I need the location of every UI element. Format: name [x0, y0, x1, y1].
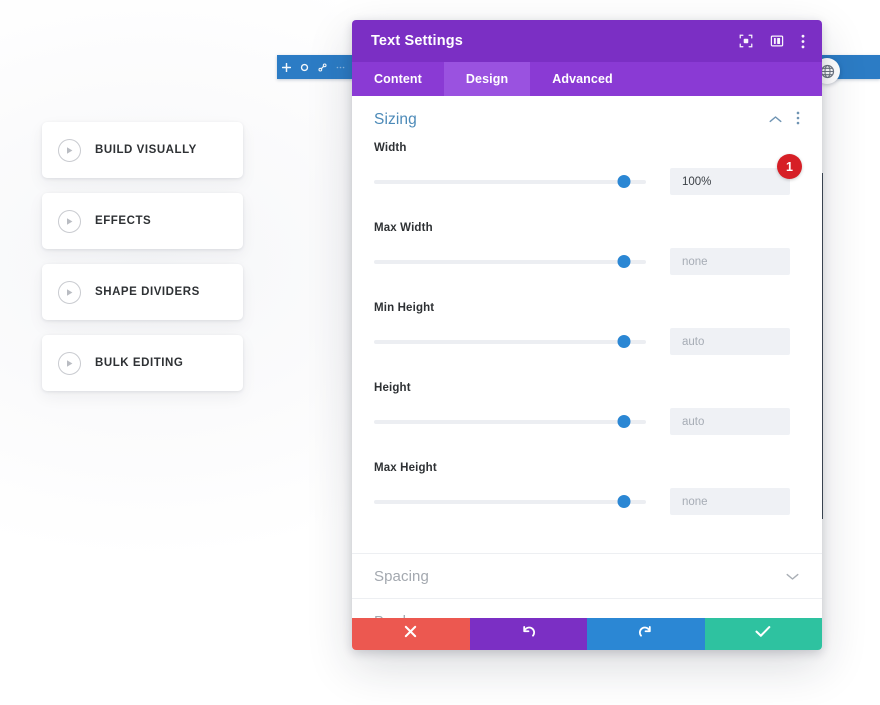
max-width-input[interactable]: [670, 248, 790, 275]
field-label: Max Width: [374, 222, 433, 234]
field-max-height: Max Height: [374, 462, 800, 542]
slider-thumb[interactable]: [617, 335, 631, 348]
field-label: Height: [374, 382, 411, 394]
width-input[interactable]: [670, 168, 790, 195]
ellipsis-icon[interactable]: [336, 63, 345, 72]
redo-button[interactable]: [587, 618, 705, 650]
modal-body: Sizing Width 100% Max Width none Min Hei…: [352, 96, 822, 618]
slider-thumb[interactable]: [617, 255, 631, 268]
feature-card-effects[interactable]: EFFECTS: [42, 193, 243, 249]
section-title: Border: [374, 613, 786, 619]
slider-track: [374, 499, 646, 504]
modal-action-bar: [352, 618, 822, 650]
field-label: Max Height: [374, 462, 437, 474]
plus-icon[interactable]: [282, 62, 291, 72]
field-max-width: Max Width: [374, 222, 800, 302]
min-height-input[interactable]: [670, 328, 790, 355]
link-icon[interactable]: [318, 62, 327, 72]
field-width: Width: [374, 142, 800, 222]
tab-design[interactable]: Design: [443, 62, 531, 96]
tab-content[interactable]: Content: [352, 62, 444, 96]
modal-tab-bar: Content Design Advanced: [352, 62, 822, 96]
slider-track: [374, 259, 646, 264]
undo-arrow-icon: [521, 624, 536, 644]
max-height-input[interactable]: [670, 488, 790, 515]
layout-panel-icon[interactable]: [770, 34, 784, 48]
focus-target-icon[interactable]: [739, 34, 753, 48]
checkmark-icon: [755, 625, 771, 643]
slider-height[interactable]: [374, 414, 646, 430]
play-circle-icon: [58, 138, 81, 162]
feature-card-shape-dividers[interactable]: SHAPE DIVIDERS: [42, 264, 243, 320]
chevron-up-icon[interactable]: [769, 111, 782, 129]
section-spacing[interactable]: Spacing: [352, 553, 822, 598]
close-x-icon: [404, 625, 417, 643]
slider-thumb[interactable]: [617, 175, 631, 188]
slider-max-height[interactable]: [374, 494, 646, 510]
slider-min-height[interactable]: [374, 334, 646, 350]
feature-card-build-visually[interactable]: BUILD VISUALLY: [42, 122, 243, 178]
section-border[interactable]: Border: [352, 598, 822, 618]
collapsed-section-list: Spacing Border Box Shadow Filters: [352, 553, 822, 618]
feature-card-label: EFFECTS: [95, 215, 152, 227]
play-circle-icon: [58, 351, 81, 375]
modal-header: Text Settings: [352, 20, 822, 62]
section-sizing: Sizing Width 100% Max Width none Min Hei…: [352, 96, 822, 542]
text-settings-modal: Text Settings Content Design Advanced Si…: [352, 20, 822, 650]
slider-thumb[interactable]: [617, 495, 631, 508]
vertical-dots-icon[interactable]: [796, 111, 800, 130]
slider-track: [374, 179, 646, 184]
modal-title: Text Settings: [371, 33, 463, 49]
field-label: Width: [374, 142, 407, 154]
slider-width[interactable]: [374, 174, 646, 190]
step-badge-1: 1: [777, 154, 802, 179]
gear-icon[interactable]: [300, 63, 309, 72]
slider-track: [374, 339, 646, 344]
slider-max-width[interactable]: [374, 254, 646, 270]
modal-header-actions: [739, 34, 805, 49]
cancel-button[interactable]: [352, 618, 470, 650]
chevron-down-icon[interactable]: [786, 572, 799, 581]
feature-card-list: BUILD VISUALLY EFFECTS SHAPE DIVIDERS BU…: [42, 122, 243, 406]
section-sizing-title: Sizing: [374, 111, 417, 128]
slider-track: [374, 419, 646, 424]
slider-thumb[interactable]: [617, 415, 631, 428]
field-min-height: Min Height: [374, 302, 800, 382]
chevron-down-icon[interactable]: [786, 617, 799, 619]
feature-card-label: BUILD VISUALLY: [95, 144, 197, 156]
redo-arrow-icon: [638, 624, 653, 644]
feature-card-bulk-editing[interactable]: BULK EDITING: [42, 335, 243, 391]
field-label: Min Height: [374, 302, 435, 314]
section-sizing-header[interactable]: Sizing: [374, 96, 800, 142]
section-title: Spacing: [374, 567, 429, 585]
vertical-dots-icon[interactable]: [801, 34, 805, 49]
play-circle-icon: [58, 209, 81, 233]
tab-advanced[interactable]: Advanced: [530, 62, 635, 96]
height-input[interactable]: [670, 408, 790, 435]
play-circle-icon: [58, 280, 81, 304]
save-button[interactable]: [704, 618, 822, 650]
feature-card-label: BULK EDITING: [95, 357, 184, 369]
feature-card-label: SHAPE DIVIDERS: [95, 286, 200, 298]
undo-button[interactable]: [469, 618, 587, 650]
field-height: Height: [374, 382, 800, 462]
